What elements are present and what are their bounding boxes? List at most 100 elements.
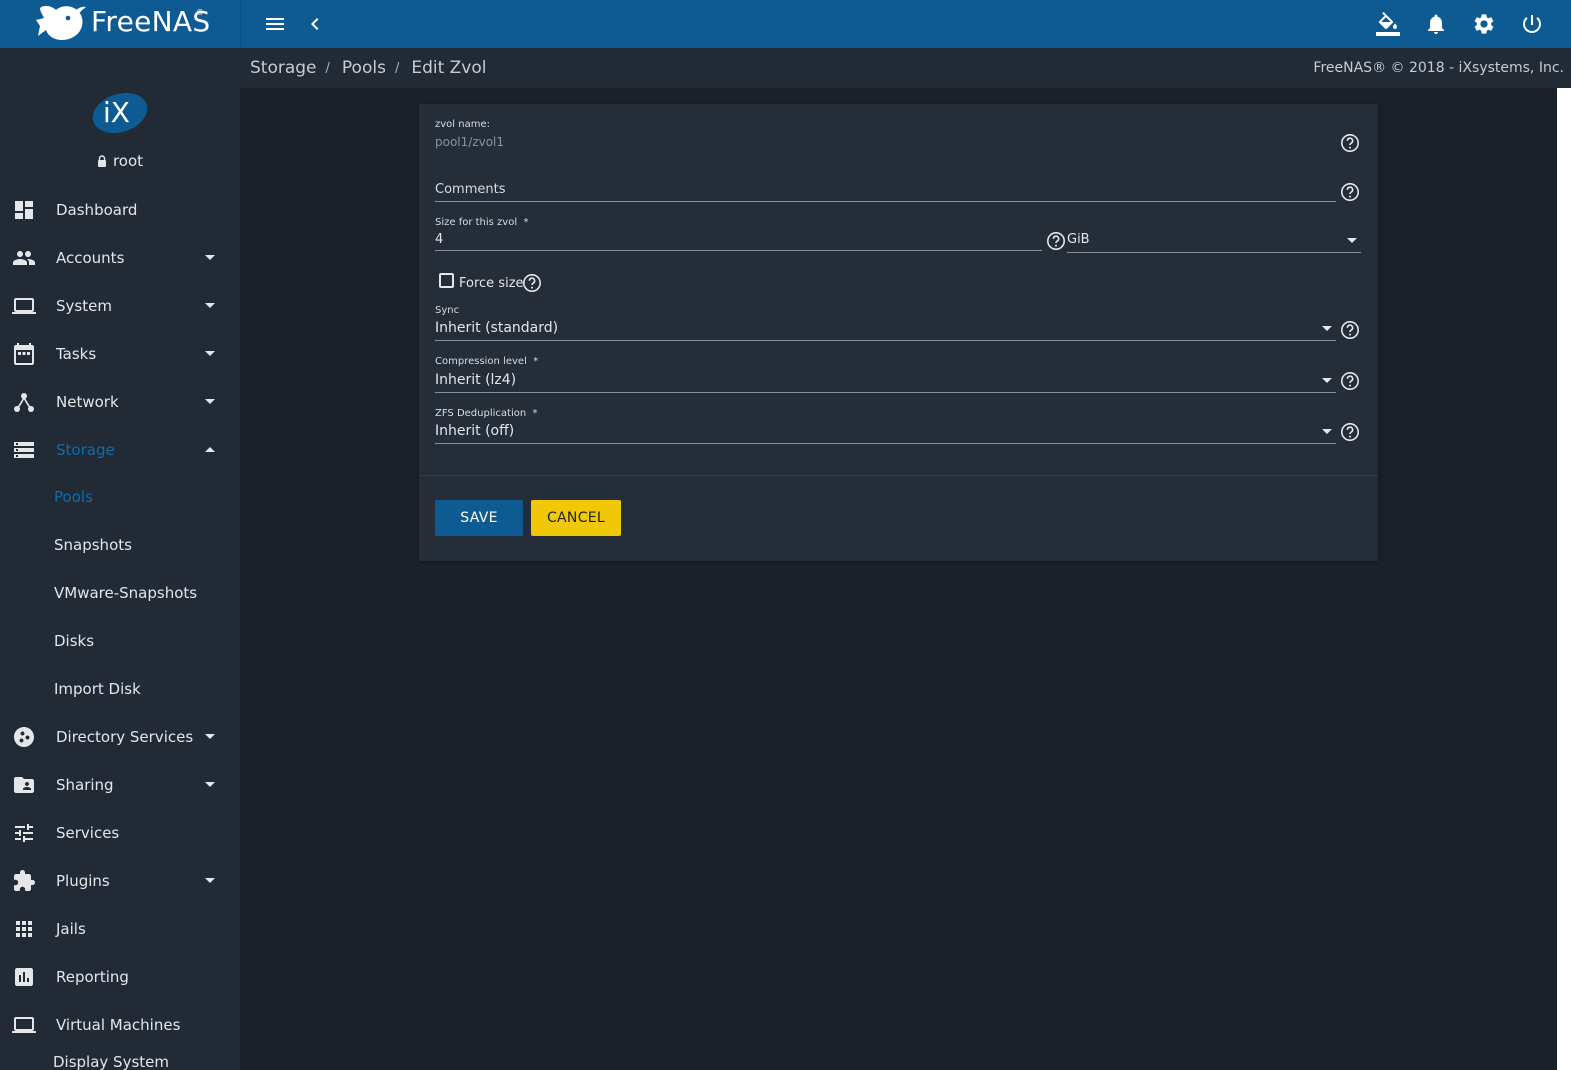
chevron-down-icon[interactable]	[1347, 238, 1357, 243]
expand-caret-icon	[205, 878, 215, 883]
sidebar-item-label: Accounts	[56, 249, 125, 267]
cancel-button[interactable]: CANCEL	[531, 500, 621, 536]
storage-icon	[12, 438, 36, 462]
help-icon[interactable]	[1340, 182, 1360, 202]
sidebar-item-tasks[interactable]: Tasks	[0, 330, 240, 378]
sidebar-item-network[interactable]: Network	[0, 378, 240, 426]
apps-grid-icon	[12, 917, 36, 941]
laptop-icon	[12, 1013, 36, 1037]
expand-caret-icon	[205, 351, 215, 356]
sidebar-item-display-system[interactable]: Display System	[0, 1040, 240, 1070]
size-underline	[435, 250, 1042, 251]
sidebar-subitem-label: Disks	[54, 632, 95, 650]
power-button[interactable]	[1516, 8, 1548, 40]
sidebar-subitem-label: VMware-Snapshots	[54, 584, 198, 602]
sidebar-item-dashboard[interactable]: Dashboard	[0, 186, 240, 234]
help-icon[interactable]	[1340, 133, 1360, 153]
theme-button[interactable]	[1372, 8, 1404, 40]
sidebar-item-label: Tasks	[56, 345, 97, 363]
sidebar-subitem-vmware-snapshots[interactable]: VMware-Snapshots	[0, 570, 240, 618]
menu-toggle-button[interactable]	[259, 8, 291, 40]
svg-text:iX: iX	[103, 96, 130, 129]
expand-caret-icon	[205, 303, 215, 308]
lock-icon	[97, 155, 106, 167]
breadcrumb-separator: /	[394, 61, 400, 76]
expand-caret-icon	[205, 782, 215, 787]
compression-label: Compression level *	[435, 356, 539, 367]
network-icon	[12, 390, 36, 414]
chevron-down-icon[interactable]	[1322, 429, 1332, 434]
help-icon[interactable]	[1340, 422, 1360, 442]
sidebar-item-reporting[interactable]: Reporting	[0, 953, 240, 1001]
size-unit-select[interactable]: GiB	[1067, 232, 1090, 247]
help-icon[interactable]	[522, 273, 542, 293]
sidebar-subitem-label: Import Disk	[54, 680, 141, 698]
chevron-down-icon[interactable]	[1322, 326, 1332, 331]
comments-underline	[435, 201, 1336, 202]
comments-input[interactable]: Comments	[435, 182, 505, 197]
sidebar-item-accounts[interactable]: Accounts	[0, 234, 240, 282]
sidebar-item-label: Services	[56, 824, 120, 842]
breadcrumb-current: Edit Zvol	[411, 58, 487, 78]
scrollbar-thumb[interactable]	[1557, 88, 1571, 1070]
power-icon	[1523, 15, 1541, 33]
sidebar-item-system[interactable]: System	[0, 282, 240, 330]
edit-zvol-form: zvol name: pool1/zvol1 Comments Size for…	[419, 104, 1378, 561]
sidebar-item-plugins[interactable]: Plugins	[0, 857, 240, 905]
sidebar-item-label: Network	[56, 393, 119, 411]
chevron-down-icon[interactable]	[1322, 378, 1332, 383]
sidebar-item-jails[interactable]: Jails	[0, 905, 240, 953]
sidebar-item-directory-services[interactable]: Directory Services	[0, 713, 240, 761]
sidebar-subitem-pools[interactable]: Pools	[0, 474, 240, 522]
compression-select[interactable]: Inherit (lz4)	[435, 372, 516, 388]
force-size-checkbox[interactable]	[439, 273, 454, 288]
collapse-sidebar-button[interactable]	[299, 8, 331, 40]
sidebar-subitem-import-disk[interactable]: Import Disk	[0, 666, 240, 714]
dashboard-icon	[12, 198, 36, 222]
directory-icon	[12, 725, 36, 749]
help-icon[interactable]	[1340, 371, 1360, 391]
settings-button[interactable]	[1468, 8, 1500, 40]
breadcrumb-pools[interactable]: Pools	[342, 58, 386, 78]
sidebar-subitem-label: Snapshots	[54, 536, 132, 554]
size-input[interactable]: 4	[435, 232, 443, 247]
expand-caret-icon	[205, 399, 215, 404]
top-bar: FreeNAS ®	[0, 0, 1571, 48]
notifications-button[interactable]	[1420, 8, 1452, 40]
breadcrumb-bar: Storage / Pools / Edit Zvol FreeNAS® © 2…	[240, 48, 1571, 88]
required-asterisk: *	[533, 356, 539, 367]
bell-icon	[1428, 14, 1444, 34]
sidebar-item-services[interactable]: Services	[0, 809, 240, 857]
sidebar: iX root Dashboard Accounts System Tasks …	[0, 48, 240, 1070]
help-icon[interactable]	[1340, 320, 1360, 340]
sidebar-subitem-snapshots[interactable]: Snapshots	[0, 522, 240, 570]
sidebar-item-label: Dashboard	[56, 201, 138, 219]
sidebar-subitem-disks[interactable]: Disks	[0, 618, 240, 666]
breadcrumb-separator: /	[325, 61, 330, 76]
sidebar-item-label: Plugins	[56, 872, 110, 890]
calendar-icon	[12, 342, 36, 366]
sidebar-item-label: Sharing	[56, 776, 114, 794]
sidebar-item-storage[interactable]: Storage	[0, 426, 240, 474]
sync-underline	[435, 340, 1336, 341]
sidebar-item-sharing[interactable]: Sharing	[0, 761, 240, 809]
sidebar-item-label: Display System	[53, 1053, 169, 1070]
help-icon[interactable]	[1046, 231, 1066, 251]
tune-icon	[12, 821, 36, 845]
dedup-select[interactable]: Inherit (off)	[435, 423, 514, 439]
sync-select[interactable]: Inherit (standard)	[435, 320, 558, 336]
user-info: root	[0, 152, 240, 170]
expand-caret-icon	[205, 734, 215, 739]
sidebar-item-label: Directory Services	[56, 728, 194, 746]
gear-icon	[1474, 14, 1494, 34]
sidebar-item-label: Storage	[56, 441, 115, 459]
username: root	[112, 152, 144, 170]
save-button[interactable]: SAVE	[435, 500, 523, 536]
required-asterisk: *	[532, 408, 538, 419]
dedup-label: ZFS Deduplication *	[435, 408, 538, 419]
size-label: Size for this zvol *	[435, 217, 529, 228]
sidebar-item-label: System	[56, 297, 112, 315]
freenas-logo[interactable]: FreeNAS ®	[0, 0, 240, 48]
breadcrumb-storage[interactable]: Storage	[250, 58, 317, 78]
compression-underline	[435, 392, 1336, 393]
